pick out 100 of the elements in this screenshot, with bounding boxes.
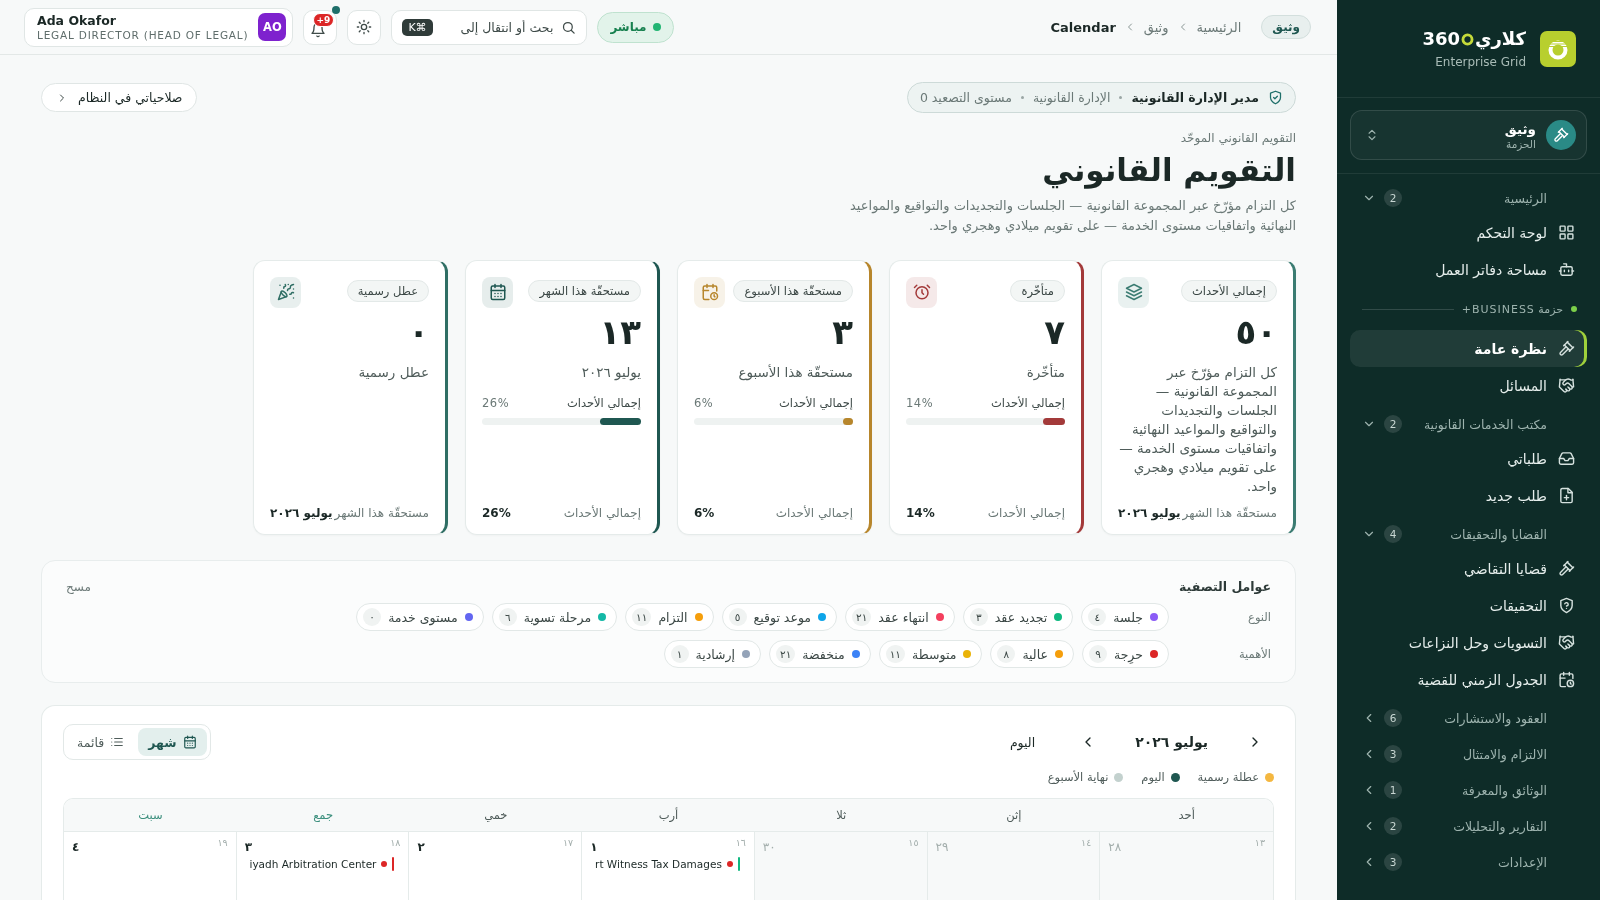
hijri-date: ١٣ xyxy=(1254,837,1265,849)
stat-caption: يوليو ٢٠٢٦ xyxy=(580,363,641,383)
nav-item[interactable]: التحقيقات xyxy=(1350,587,1587,624)
count-badge: 3 xyxy=(1384,853,1402,871)
nav-item[interactable]: التسويات وحل النزاعات xyxy=(1350,624,1587,661)
view-tab[interactable]: قائمة xyxy=(67,728,135,757)
filter-chip[interactable]: منخفضة ٢١ xyxy=(769,640,871,669)
footer-value: يوليو ٢٠٢٦ xyxy=(1118,506,1181,521)
bell-icon xyxy=(310,22,327,38)
filter-chip[interactable]: جلسة ٤ xyxy=(1081,603,1169,632)
weekday-label: جمع xyxy=(312,807,335,825)
stat-value: ٧ xyxy=(1043,313,1065,352)
count-badge: 3 xyxy=(1384,745,1402,763)
theme-toggle-button[interactable] xyxy=(347,9,382,45)
footer-value: 6% xyxy=(694,506,715,521)
file-plus-icon xyxy=(1558,487,1575,504)
handshake-icon xyxy=(1558,634,1575,651)
live-label: مباشر xyxy=(610,20,647,34)
progress-label: إجمالي الأحداث xyxy=(778,396,853,411)
clear-filters-link[interactable]: مسح xyxy=(66,579,91,594)
alarm-clock-icon xyxy=(906,276,937,308)
weekday-label: إثن xyxy=(1005,807,1023,825)
role-detail: الإدارة القانونية xyxy=(1032,90,1111,105)
footer-label: مستحقّة هذا الشهر xyxy=(334,506,429,521)
chip-count: ٢١ xyxy=(852,608,872,627)
breadcrumb-link[interactable]: الرئيسية xyxy=(1196,19,1242,35)
chip-count: ٠ xyxy=(363,608,382,627)
stat-value: ١٣ xyxy=(598,313,641,352)
progress-label: إجمالي الأحداث xyxy=(566,396,641,411)
day-number: ١ xyxy=(590,840,598,855)
filter-chip[interactable]: متوسطة ١١ xyxy=(878,640,983,669)
app-pill[interactable]: وثيق xyxy=(1261,15,1311,39)
stat-chip: متأخّرة xyxy=(1010,279,1065,302)
chip-count: ١١ xyxy=(885,645,905,664)
nav-item[interactable]: طلباتي xyxy=(1350,440,1587,477)
page-eyebrow: التقويم القانوني الموحّد xyxy=(1180,131,1296,145)
nav-item[interactable]: طلب جديد xyxy=(1350,477,1587,514)
nav-item[interactable]: نظرة عامة xyxy=(1350,330,1587,367)
chip-count: ٢١ xyxy=(776,645,796,664)
count-badge: 4 xyxy=(1384,525,1402,543)
notifications-button[interactable]: +9 xyxy=(303,9,338,45)
grid-icon xyxy=(1558,224,1575,241)
today-button[interactable]: اليوم xyxy=(1003,730,1042,754)
brand-suffix: 360 xyxy=(1422,28,1460,50)
chip-count: ٩ xyxy=(1088,645,1107,664)
gavel-icon xyxy=(1558,560,1575,577)
nav-item[interactable]: المسائل xyxy=(1350,367,1587,404)
nav-item[interactable]: قضايا التقاضي xyxy=(1350,550,1587,587)
view-tab[interactable]: شهر xyxy=(138,728,207,757)
legend-label: نهاية الأسبوع xyxy=(1047,770,1109,785)
shield-question-icon xyxy=(1558,597,1575,614)
avatar-initials: AO xyxy=(258,13,287,41)
filter-chip[interactable]: التزام ١١ xyxy=(625,603,714,632)
filter-title: عوامل التصفية xyxy=(1179,579,1271,595)
footer-label: إجمالي الأحداث xyxy=(563,506,641,521)
user-name: Ada Okafor xyxy=(37,13,116,28)
workspace-switcher[interactable]: وثيق الحزمة xyxy=(1350,110,1587,160)
footer-label: مستحقّة هذا الشهر xyxy=(1182,506,1277,521)
footer-value: 14% xyxy=(906,506,935,521)
hijri-date: ١٧ xyxy=(562,837,574,849)
brand-subtitle: Enterprise Grid xyxy=(1435,54,1526,69)
shortcut-key: ⌘K xyxy=(402,18,433,36)
filter-chip[interactable]: حرِجة ٩ xyxy=(1081,640,1169,669)
filter-chip[interactable]: إرشادية ١ xyxy=(663,640,762,669)
breadcrumb-link[interactable]: وثيق xyxy=(1143,19,1169,35)
legend-label: اليوم xyxy=(1141,770,1165,785)
weekday-label: ثلا xyxy=(835,807,848,825)
user-role: LEGAL DIRECTOR (HEAD OF LEGAL) xyxy=(37,29,249,41)
stat-chip: إجمالي الأحداث xyxy=(1180,279,1277,302)
user-card[interactable]: Ada Okafor LEGAL DIRECTOR (HEAD OF LEGAL) AO xyxy=(24,7,294,47)
weekday-label: سبت xyxy=(137,807,164,825)
footer-value: يوليو ٢٠٢٦ xyxy=(270,506,333,521)
layers-icon xyxy=(1118,276,1149,308)
calendar-icon xyxy=(482,276,513,308)
filter-chip[interactable]: تجديد عقد ٣ xyxy=(962,603,1074,632)
legend-label: عطلة رسمية xyxy=(1197,770,1259,785)
chip-count: ٨ xyxy=(997,645,1016,664)
filter-chip[interactable]: مرحلة تسوية ٦ xyxy=(491,603,618,632)
chip-count: ٤ xyxy=(1088,608,1107,627)
hijri-date: ١٨ xyxy=(390,837,401,849)
filter-chip[interactable]: موعد توقيع ٥ xyxy=(721,603,838,632)
stat-caption: مستحقّة هذا الأسبوع xyxy=(737,363,853,383)
chip-count: ٥ xyxy=(728,608,747,627)
back-link-button[interactable]: صلاحياتي في النظام xyxy=(41,83,198,112)
filter-chip[interactable]: عالية ٨ xyxy=(990,640,1074,669)
nav-item[interactable]: الجدول الزمني للقضية xyxy=(1350,661,1587,698)
chip-count: ٦ xyxy=(498,608,517,627)
stat-value: ٥٠ xyxy=(1234,313,1277,352)
filter-chip[interactable]: مستوى خدمة ٠ xyxy=(356,603,484,632)
inbox-icon xyxy=(1558,450,1575,467)
weekday-label: أحد xyxy=(1177,806,1196,825)
page-description: كل التزام مؤرّخ عبر المجموعة القانونية — الجلسات والتجديدات والتواقيع والمواعيد النهائية واتفاقيات مستوى الخدمة — على تقويم ميلادي وهجري واحد. xyxy=(849,196,1296,236)
nav-item[interactable]: مساحة دفاتر العمل xyxy=(1350,251,1587,288)
sun-icon xyxy=(356,19,373,35)
nav-item[interactable]: لوحة التحكم xyxy=(1350,214,1587,251)
chip-count: ١١ xyxy=(632,608,652,627)
filter-chip[interactable]: انتهاء عقد ٢١ xyxy=(845,603,955,632)
breadcrumb-link[interactable]: Calendar xyxy=(1050,19,1116,35)
search-input[interactable]: بحث أو انتقال إلى xyxy=(440,19,554,35)
stat-chip: مستحقّة هذا الشهر xyxy=(528,279,641,302)
